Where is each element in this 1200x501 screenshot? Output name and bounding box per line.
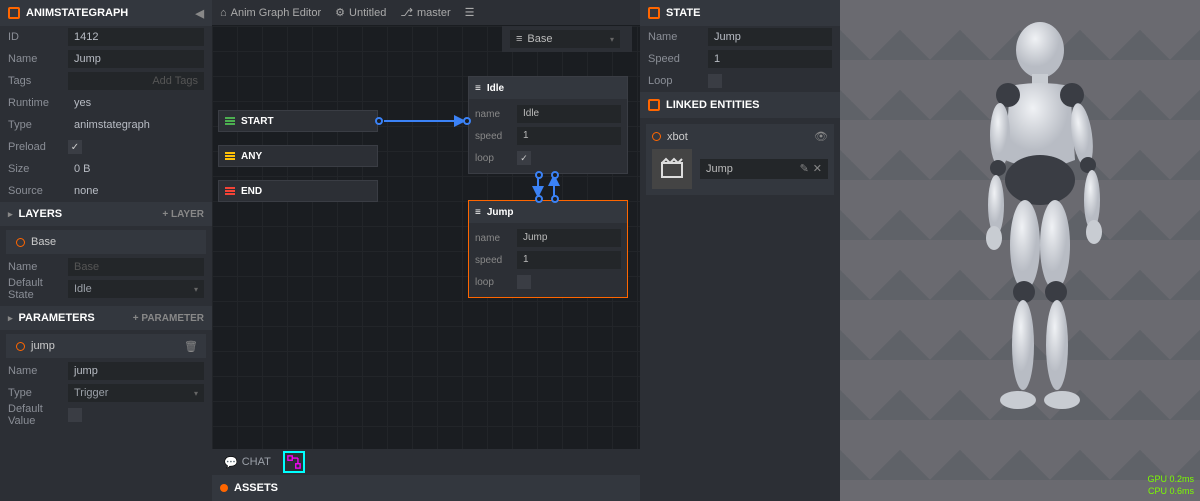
layers-header[interactable]: LAYERS+ LAYER [0,202,212,226]
parameter-item-jump[interactable]: jump🗑 [6,334,206,358]
bottom-tabs: 💬CHAT [212,449,640,475]
id-value[interactable]: 1412 [68,28,204,46]
id-label: ID [8,31,68,43]
entity-thumbnail[interactable] [652,149,692,189]
inspector-title: ANIMSTATEGRAPH [26,7,128,19]
runtime-value: yes [68,94,204,112]
list-icon: ☰ [465,6,475,19]
end-node[interactable]: END [218,180,378,202]
idle-node[interactable]: ≡Idle nameIdle speed1 loop [468,76,628,174]
size-label: Size [8,163,68,175]
param-name-input[interactable]: jump [68,362,204,380]
graph-canvas[interactable]: Base START ANY END ≡Idle nameId [212,26,640,449]
graph-toolbar: ⌂Anim Graph Editor ⚙Untitled ⎇master ☰ [212,0,640,26]
name-input[interactable]: Jump [68,50,204,68]
assets-header[interactable]: ASSETS [212,475,640,501]
param-default-label: Default Value [8,403,68,427]
entity-card: xbot👁 Jump✎✕ [646,124,834,195]
layer-name-input[interactable]: Base [68,258,204,276]
layer-item-base[interactable]: Base [6,230,206,254]
entity-slot[interactable]: Jump✎✕ [700,159,828,179]
mannequin [940,10,1140,480]
list-button[interactable]: ☰ [465,6,475,19]
state-loop-checkbox[interactable] [708,74,722,88]
state-name-input[interactable]: Jump [708,28,832,46]
default-state-select[interactable]: Idle [68,280,204,298]
state-speed-input[interactable]: 1 [708,50,832,68]
idle-in-port[interactable] [463,117,471,125]
viewport[interactable]: GPU 0.2ms CPU 0.6ms [840,0,1200,501]
parameters-header[interactable]: PARAMETERS+ PARAMETER [0,306,212,330]
inspector-panel: ANIMSTATEGRAPH ◀ ID1412 NameJump TagsAdd… [0,0,212,501]
chat-icon: 💬 [224,456,238,469]
gear-icon: ⚙ [335,6,345,19]
any-node[interactable]: ANY [218,145,378,167]
entity-header[interactable]: xbot👁 [652,130,828,143]
type-label: Type [8,119,68,131]
visibility-icon[interactable]: 👁 [814,130,828,143]
param-name-label: Name [8,365,68,377]
idle-speed-input[interactable]: 1 [517,127,621,145]
branch-icon: ⎇ [400,6,413,19]
jump-in-port[interactable] [535,195,543,203]
idle-in-port-2[interactable] [551,171,559,179]
jump-loop-checkbox[interactable] [517,275,531,289]
clapper-icon [660,157,684,181]
jump-speed-input[interactable]: 1 [517,251,621,269]
size-value: 0 B [68,160,204,178]
state-header[interactable]: STATE [640,0,840,26]
menu-icon: ≡ [475,207,481,218]
source-label: Source [8,185,68,197]
home-icon: ⌂ [220,7,227,19]
cpu-stat: CPU 0.6ms [1147,485,1194,497]
idle-out-port[interactable] [535,171,543,179]
state-loop-label: Loop [648,75,708,87]
tags-input[interactable]: Add Tags [68,72,204,90]
preload-label: Preload [8,141,68,153]
chat-tab[interactable]: 💬CHAT [218,451,277,473]
param-default-checkbox[interactable] [68,408,82,422]
state-name-label: Name [648,31,708,43]
inspector-header[interactable]: ANIMSTATEGRAPH ◀ [0,0,212,26]
viewport-stats: GPU 0.2ms CPU 0.6ms [1147,473,1194,497]
jump-node[interactable]: ≡Jump nameJump speed1 loop [468,200,628,298]
default-state-label: Default State [8,277,68,301]
close-icon[interactable]: ✕ [813,159,822,179]
layer-selector-bar: Base [502,26,632,52]
linked-entities-header[interactable]: LINKED ENTITIES [640,92,840,118]
tags-label: Tags [8,75,68,87]
graph-tool-button[interactable] [283,451,305,473]
state-panel: STATE NameJump Speed1 Loop LINKED ENTITI… [640,0,840,501]
home-button[interactable]: ⌂Anim Graph Editor [220,7,321,19]
idle-loop-checkbox[interactable] [517,151,531,165]
jump-out-port[interactable] [551,195,559,203]
collapse-icon[interactable]: ◀ [196,7,204,20]
jump-name-input[interactable]: Jump [517,229,621,247]
layer-name-label: Name [8,261,68,273]
runtime-label: Runtime [8,97,68,109]
state-speed-label: Speed [648,53,708,65]
layer-select[interactable]: Base [510,30,620,48]
idle-name-input[interactable]: Idle [517,105,621,123]
gpu-stat: GPU 0.2ms [1147,473,1194,485]
start-node[interactable]: START [218,110,378,132]
add-layer-button[interactable]: + LAYER [162,209,204,220]
graph-editor: ⌂Anim Graph Editor ⚙Untitled ⎇master ☰ B… [212,0,640,501]
param-type-label: Type [8,387,68,399]
type-value: animstategraph [68,116,204,134]
edit-icon[interactable]: ✎ [800,159,809,179]
name-label: Name [8,53,68,65]
settings-button[interactable]: ⚙Untitled [335,6,386,19]
add-parameter-button[interactable]: + PARAMETER [133,313,204,324]
start-out-port[interactable] [375,117,383,125]
menu-icon: ≡ [475,83,481,94]
preload-checkbox[interactable] [68,140,82,154]
branch-button[interactable]: ⎇master [400,6,450,19]
param-type-select[interactable]: Trigger [68,384,204,402]
source-value: none [68,182,204,200]
delete-parameter-icon[interactable]: 🗑 [184,340,198,353]
